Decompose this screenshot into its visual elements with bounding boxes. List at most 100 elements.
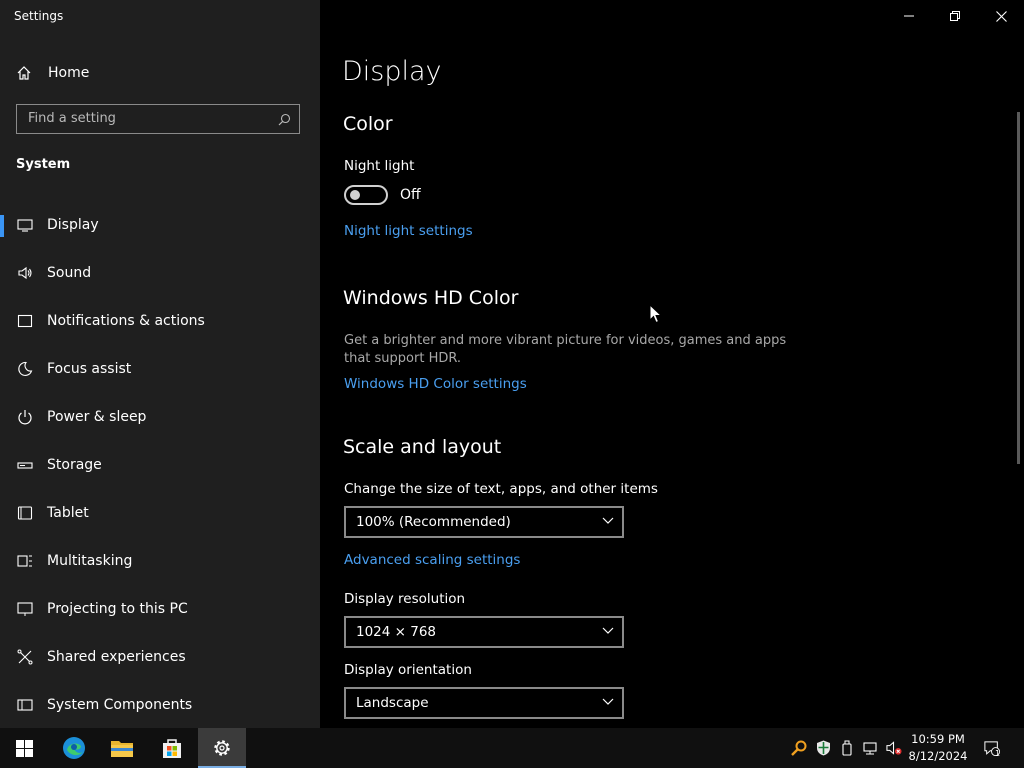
usb-device-icon	[842, 740, 852, 756]
multitasking-icon	[16, 552, 34, 570]
sidebar-item-label: Focus assist	[47, 361, 132, 377]
orientation-label: Display orientation	[344, 662, 472, 678]
monitor-icon	[16, 216, 34, 234]
sidebar-item-storage[interactable]: Storage	[0, 445, 320, 485]
speaker-icon	[16, 264, 34, 282]
shield-icon	[816, 740, 830, 756]
shared-icon	[16, 648, 34, 666]
components-icon	[16, 696, 34, 714]
app-title: Settings	[14, 9, 64, 23]
home-nav[interactable]: Home	[16, 62, 89, 84]
settings-taskbar-button[interactable]	[198, 728, 246, 768]
minimize-button[interactable]	[886, 0, 932, 32]
toggle-knob	[350, 190, 360, 200]
gear-icon	[214, 740, 230, 756]
notification-count: 1	[995, 749, 1001, 758]
store-icon	[163, 739, 181, 758]
scrollbar[interactable]	[1017, 112, 1020, 464]
night-light-toggle[interactable]	[344, 185, 388, 205]
start-button[interactable]	[0, 728, 48, 768]
scale-value: 100% (Recommended)	[356, 514, 511, 530]
sidebar-item-projecting[interactable]: Projecting to this PC	[0, 589, 320, 629]
search-input[interactable]: Find a setting	[16, 104, 300, 134]
scale-heading: Scale and layout	[343, 436, 502, 458]
sidebar-item-multitasking[interactable]: Multitasking	[0, 541, 320, 581]
orientation-dropdown[interactable]: Landscape	[344, 687, 624, 719]
edge-taskbar-button[interactable]	[50, 728, 98, 768]
restore-button[interactable]	[932, 0, 978, 32]
volume-tray-button[interactable]	[886, 740, 902, 756]
chevron-down-icon	[602, 517, 614, 524]
sidebar-item-label: System Components	[47, 697, 193, 713]
action-center-button[interactable]: 1	[984, 740, 1001, 758]
night-light-label: Night light	[344, 158, 415, 174]
moon-icon	[16, 360, 34, 378]
scale-dropdown[interactable]: 100% (Recommended)	[344, 506, 624, 538]
resolution-value: 1024 × 768	[356, 624, 437, 640]
sidebar-item-label: Power & sleep	[47, 409, 147, 425]
toggle-state: Off	[400, 187, 421, 203]
mouse-cursor-icon	[649, 304, 663, 324]
network-tray-button[interactable]	[862, 740, 878, 756]
sidebar-item-label: Storage	[47, 457, 102, 473]
sidebar-item-focus-assist[interactable]: Focus assist	[0, 349, 320, 389]
size-label: Change the size of text, apps, and other…	[344, 481, 658, 497]
edge-icon	[63, 737, 85, 759]
magnifier-icon	[791, 740, 807, 756]
file-explorer-taskbar-button[interactable]	[98, 728, 146, 768]
sidebar-item-tablet[interactable]: Tablet	[0, 493, 320, 533]
volume-muted-icon	[886, 741, 902, 755]
resolution-dropdown[interactable]: 1024 × 768	[344, 616, 624, 648]
sidebar-item-label: Tablet	[47, 505, 89, 521]
advanced-scaling-link[interactable]: Advanced scaling settings	[344, 552, 520, 568]
active-indicator	[0, 215, 4, 237]
sidebar-item-label: Projecting to this PC	[47, 601, 188, 617]
search-icon	[278, 113, 291, 126]
hdr-description: Get a brighter and more vibrant picture …	[344, 333, 787, 366]
windows-logo-icon	[15, 739, 33, 757]
sidebar-item-label: Display	[47, 217, 99, 233]
hdr-heading: Windows HD Color	[343, 287, 519, 309]
power-icon	[16, 408, 34, 426]
color-heading: Color	[343, 113, 393, 135]
restore-icon	[950, 11, 960, 21]
usb-tray-button[interactable]	[839, 740, 855, 756]
sidebar-item-notifications[interactable]: Notifications & actions	[0, 301, 320, 341]
chevron-down-icon	[602, 627, 614, 634]
notification-icon	[16, 312, 34, 330]
minimize-icon	[904, 15, 914, 17]
clock-time: 10:59 PM	[911, 732, 965, 746]
close-icon	[995, 10, 1007, 22]
main-content: Display Color Night light Off Night ligh…	[320, 0, 1024, 728]
taskbar-clock[interactable]: 10:59 PM 8/12/2024	[902, 731, 974, 765]
search-tray-button[interactable]	[791, 740, 807, 756]
page-title: Display	[342, 56, 442, 87]
store-taskbar-button[interactable]	[148, 728, 196, 768]
home-label: Home	[48, 65, 90, 81]
hd-color-settings-link[interactable]: Windows HD Color settings	[344, 376, 527, 392]
chevron-down-icon	[602, 698, 614, 705]
folder-icon	[111, 741, 133, 757]
network-icon	[863, 742, 877, 755]
search-placeholder: Find a setting	[28, 111, 116, 126]
clock-date: 8/12/2024	[908, 749, 968, 763]
projecting-icon	[16, 600, 34, 618]
section-title: System	[16, 157, 71, 172]
sidebar-item-display[interactable]: Display	[0, 205, 320, 245]
sidebar-item-label: Shared experiences	[47, 649, 186, 665]
orientation-value: Landscape	[356, 695, 429, 711]
sidebar-item-sound[interactable]: Sound	[0, 253, 320, 293]
sidebar-item-label: Multitasking	[47, 553, 133, 569]
sidebar-item-label: Sound	[47, 265, 92, 281]
taskbar: 10:59 PM 8/12/2024 1	[0, 728, 1024, 768]
night-light-settings-link[interactable]: Night light settings	[344, 223, 473, 239]
home-icon	[17, 66, 31, 80]
security-tray-button[interactable]	[815, 740, 831, 756]
sidebar: Settings Home Find a setting System Disp…	[0, 0, 320, 728]
sidebar-item-system-components[interactable]: System Components	[0, 685, 320, 725]
sidebar-item-power-sleep[interactable]: Power & sleep	[0, 397, 320, 437]
sidebar-item-label: Notifications & actions	[47, 313, 205, 329]
sidebar-item-shared-experiences[interactable]: Shared experiences	[0, 637, 320, 677]
tablet-icon	[16, 504, 34, 522]
close-button[interactable]	[978, 0, 1024, 32]
